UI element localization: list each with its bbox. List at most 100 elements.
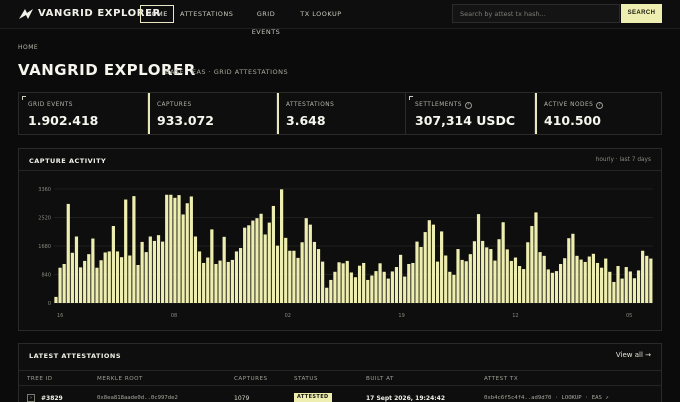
chart-bar[interactable]	[452, 274, 456, 303]
chart-bar[interactable]	[546, 269, 550, 303]
chart-bar[interactable]	[374, 271, 378, 303]
view-all-link[interactable]: View all →	[616, 351, 651, 359]
chart-bar[interactable]	[284, 237, 288, 303]
chart-bar[interactable]	[288, 250, 292, 303]
chart-bar[interactable]	[435, 261, 440, 303]
chart-bar[interactable]	[243, 227, 247, 303]
chart-bar[interactable]	[66, 203, 70, 303]
chart-bar[interactable]	[115, 251, 120, 303]
chart-bar[interactable]	[312, 241, 317, 303]
chart-bar[interactable]	[259, 213, 263, 303]
chart-bar[interactable]	[321, 261, 325, 303]
chart-bar[interactable]	[349, 272, 353, 303]
table-row[interactable]: › #3829 0x8ea818aade0d..0c997de2 1079 AT…	[19, 387, 661, 402]
vangrid-logo-icon[interactable]	[18, 8, 34, 20]
chart-bar[interactable]	[148, 236, 152, 304]
chart-bar[interactable]	[616, 266, 620, 303]
chart-bar[interactable]	[464, 261, 468, 303]
chart-bar[interactable]	[567, 238, 571, 303]
chart-bar[interactable]	[329, 279, 333, 303]
chart-bar[interactable]	[169, 194, 173, 303]
chart-bar[interactable]	[83, 260, 87, 303]
chart-bar[interactable]	[275, 245, 280, 303]
chart-bar[interactable]	[534, 212, 538, 303]
col-attest-tx[interactable]: ATTEST TX	[484, 376, 518, 382]
breadcrumb[interactable]: HOME	[18, 44, 38, 51]
chart-bar[interactable]	[415, 241, 419, 303]
chart-bar[interactable]	[501, 222, 505, 303]
chart-bar[interactable]	[394, 267, 399, 303]
chart-bar[interactable]	[304, 218, 308, 303]
chart-bar[interactable]	[382, 271, 386, 303]
chart-bar[interactable]	[583, 261, 587, 303]
chart-bar[interactable]	[456, 249, 460, 303]
chart-bar[interactable]	[263, 234, 267, 303]
chart-bar[interactable]	[292, 250, 296, 303]
chart-bar[interactable]	[62, 263, 66, 303]
chart-bar[interactable]	[202, 262, 206, 303]
tab-attestations[interactable]: ATTESTATIONS	[180, 5, 233, 23]
chart-bar[interactable]	[111, 225, 115, 303]
chart-bar[interactable]	[54, 296, 58, 303]
chart-bar[interactable]	[636, 270, 641, 303]
chart-bar[interactable]	[234, 251, 239, 303]
chart-bar[interactable]	[181, 214, 185, 303]
chart-bar[interactable]	[587, 256, 591, 303]
chart-bar[interactable]	[316, 249, 321, 303]
chart-bar[interactable]	[620, 278, 624, 303]
col-status[interactable]: STATUS	[294, 376, 318, 382]
chart-bar[interactable]	[649, 258, 653, 303]
chart-bar[interactable]	[74, 236, 79, 304]
chart-bar[interactable]	[403, 276, 407, 303]
chart-bar[interactable]	[140, 241, 144, 303]
help-icon[interactable]: ?	[464, 102, 472, 109]
chart-bar[interactable]	[485, 247, 489, 303]
chart-bar[interactable]	[604, 258, 608, 303]
chart-bar[interactable]	[238, 248, 243, 303]
chart-bar[interactable]	[645, 255, 649, 303]
chart-bar[interactable]	[345, 260, 349, 303]
chart-bar[interactable]	[472, 241, 477, 303]
chart-bar[interactable]	[300, 242, 304, 303]
chart-bar[interactable]	[156, 235, 161, 303]
chart-bar[interactable]	[571, 233, 575, 303]
chart-bar[interactable]	[226, 261, 230, 303]
chart-bar[interactable]	[632, 278, 637, 303]
help-icon[interactable]: ?	[596, 102, 604, 109]
chart-bar[interactable]	[517, 266, 522, 303]
chart-bar[interactable]	[107, 251, 111, 303]
chart-bar[interactable]	[460, 259, 464, 303]
col-built-at[interactable]: BUILT AT	[366, 376, 394, 382]
chart-bar[interactable]	[370, 275, 374, 303]
chart-bar[interactable]	[558, 263, 563, 303]
chart-bar[interactable]	[497, 239, 501, 303]
search-button[interactable]: SEARCH	[621, 4, 662, 23]
chart-bar[interactable]	[341, 263, 345, 303]
col-merkle-root[interactable]: MERKLE ROOT	[97, 376, 143, 382]
chart-bar[interactable]	[308, 224, 312, 303]
chart-bar[interactable]	[513, 257, 518, 303]
chart-bar[interactable]	[550, 272, 554, 303]
chart-bar[interactable]	[230, 259, 234, 303]
chart-bar[interactable]	[357, 265, 362, 303]
chart-bar[interactable]	[271, 205, 275, 303]
chart-bar[interactable]	[427, 220, 431, 303]
chart-bar[interactable]	[542, 255, 546, 303]
chart-bar[interactable]	[476, 214, 481, 303]
chart-bar[interactable]	[58, 267, 62, 303]
attest-tx-link[interactable]: 0xb4c6f5c4f4..ad9d70 · LOOKUP · EAS ↗	[484, 395, 609, 401]
chart-bar[interactable]	[337, 262, 341, 303]
col-captures[interactable]: CAPTURES	[234, 376, 268, 382]
chart-bar[interactable]	[161, 241, 165, 303]
chart-bar[interactable]	[398, 254, 403, 303]
chart-bar[interactable]	[189, 196, 193, 303]
chart-bar[interactable]	[448, 271, 452, 303]
tab-grid-events[interactable]: GRID EVENTS	[242, 5, 290, 36]
chart-bar[interactable]	[579, 259, 583, 303]
chart-bar[interactable]	[333, 271, 337, 303]
chart-bar[interactable]	[431, 224, 436, 303]
chart-bar[interactable]	[251, 220, 255, 303]
chart-bar[interactable]	[87, 254, 91, 303]
chart-bar[interactable]	[419, 247, 423, 303]
chart-bar[interactable]	[218, 260, 222, 303]
